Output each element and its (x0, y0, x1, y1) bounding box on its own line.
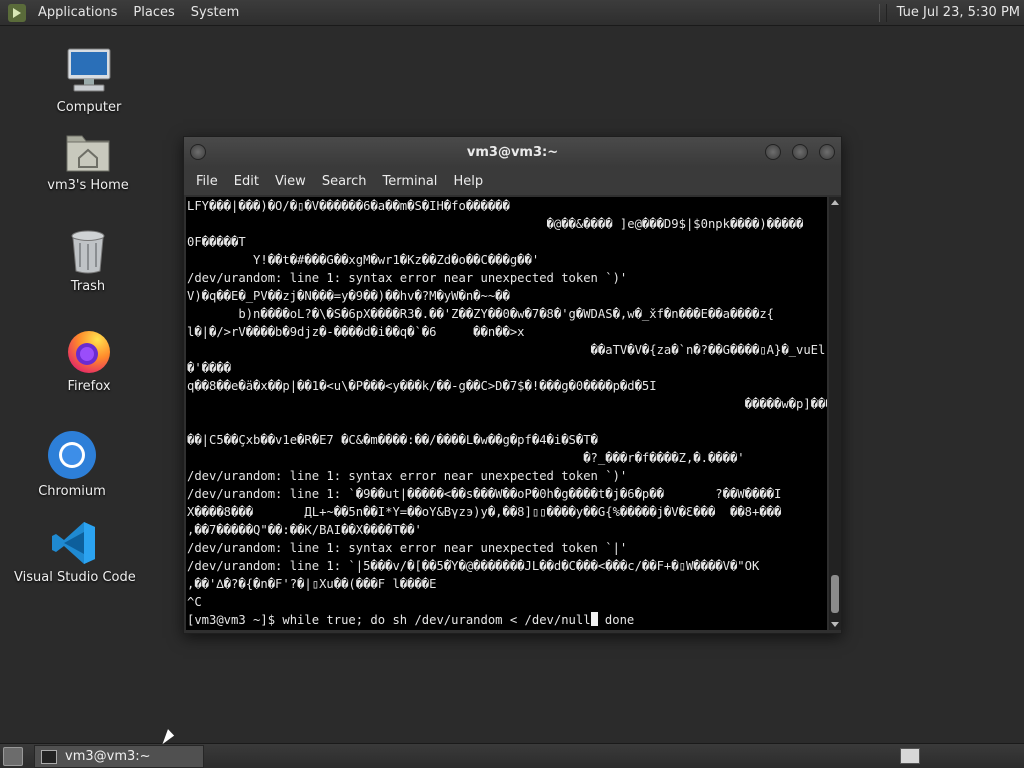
desktop-icon-label: Firefox (67, 379, 111, 394)
terminal-line: ��aTV�V�{za�`n�?��G����▯A}�_vuEl|I (187, 343, 827, 357)
terminal-line: ,��'∆�?�{�n�F'?�|▯Xu��(���F l����E (187, 577, 437, 591)
computer-icon (64, 46, 114, 96)
home-folder-icon (63, 128, 113, 174)
terminal-line: 0F�����T (187, 235, 246, 249)
terminal-line: LFY���|���)�O/�▯�V������6�a��m�S�IH�fo��… (187, 199, 510, 213)
terminal-line: /dev/urandom: line 1: `|5���v/�[��5�Ύ�@�… (187, 559, 760, 573)
chromium-icon (47, 430, 97, 480)
desktop-icon-computer[interactable]: Computer (44, 46, 134, 115)
window-menu-icon[interactable] (190, 144, 206, 160)
terminal-line: ��|C5��Çxb��v1e�R�E7 �C&�m����:��/����L�… (187, 433, 598, 447)
trash-icon (68, 229, 108, 275)
menu-terminal[interactable]: Terminal (374, 174, 445, 189)
terminal-line: �@��&���� ]e@���D9$|$0npk����)����� (187, 217, 804, 231)
vscode-icon (51, 520, 97, 566)
menu-places[interactable]: Places (125, 5, 182, 20)
terminal-line: ,��7�����Q"��:��K/BAI��X����T��' (187, 523, 422, 537)
terminal-line: V)�q��E�_PV��zj�N���=y�9��)��hv�?M�yW�n�… (187, 289, 510, 303)
terminal-line: �����w�p]���9� (187, 397, 827, 411)
terminal-line: q��8��e�ä�x��p|��1�<u\�P���<y���k/��-g��… (187, 379, 657, 393)
window-titlebar[interactable]: vm3@vm3:~ (184, 137, 841, 167)
terminal-icon (41, 749, 57, 764)
terminal-line: �?_���r�f����Z,�.����' (187, 451, 745, 465)
show-desktop-icon[interactable] (3, 747, 23, 766)
maximize-icon[interactable] (792, 144, 808, 160)
clock[interactable]: Tue Jul 23, 5:30 PM (897, 5, 1024, 20)
text-cursor (590, 612, 598, 626)
bottom-panel: vm3@vm3:~ (0, 743, 1024, 768)
desktop-icon-trash[interactable]: Trash (43, 229, 133, 294)
menu-edit[interactable]: Edit (226, 174, 267, 189)
terminal-output[interactable]: LFY���|���)�O/�▯�V������6�a��m�S�IH�fo��… (186, 197, 827, 630)
desktop-icon-label: Chromium (38, 484, 106, 499)
desktop-icon-label: Computer (56, 100, 122, 115)
prompt-text-after-cursor: done (597, 613, 635, 627)
menu-help[interactable]: Help (445, 174, 491, 189)
applications-logo-icon[interactable] (8, 3, 26, 22)
workspace-switcher[interactable] (900, 748, 920, 764)
terminal-line: b)n����oL?�\�S�6pX����R3�.��'Z��ZY��0�w�… (187, 307, 774, 321)
top-panel-right: Tue Jul 23, 5:30 PM (878, 0, 1024, 25)
desktop-icon-label: vm3's Home (47, 178, 129, 193)
desktop-icon-label: Visual Studio Code (14, 570, 136, 585)
terminal-line: X����8��� ДL+~��5n��I*Y=��oY&Bγzэ)y�,��8… (187, 505, 782, 519)
menu-file[interactable]: File (188, 174, 226, 189)
terminal-prompt-line[interactable]: [vm3@vm3 ~]$ while true; do sh /dev/uran… (186, 611, 827, 629)
desktop-icon-firefox[interactable]: Firefox (44, 327, 134, 394)
terminal-line: /dev/urandom: line 1: syntax error near … (187, 271, 628, 285)
menu-applications[interactable]: Applications (30, 5, 125, 20)
close-icon[interactable] (819, 144, 835, 160)
scroll-down-arrow-icon[interactable] (831, 622, 839, 627)
terminal-line: /dev/urandom: line 1: syntax error near … (187, 469, 628, 483)
terminal-scrollbar[interactable] (829, 197, 841, 630)
desktop-icon-home[interactable]: vm3's Home (43, 128, 133, 193)
firefox-icon (65, 327, 113, 375)
terminal-line: Y!��t�#���G��xgM�wr1�Kz��Zd�o��C���g��' (187, 253, 540, 267)
prompt-text: [vm3@vm3 ~]$ while true; do sh /dev/uran… (187, 613, 591, 627)
terminal-line: /dev/urandom: line 1: `�9��ut|�����<��s�… (187, 487, 782, 501)
taskbar-window-button[interactable]: vm3@vm3:~ (34, 745, 204, 768)
menu-system[interactable]: System (183, 5, 247, 20)
window-title: vm3@vm3:~ (466, 144, 559, 160)
terminal-line: �'���� (187, 361, 232, 375)
taskbar-window-label: vm3@vm3:~ (65, 749, 151, 764)
menu-search[interactable]: Search (314, 174, 375, 189)
terminal-menubar: File Edit View Search Terminal Help (184, 167, 841, 195)
desktop-icon-label: Trash (70, 279, 106, 294)
panel-separator (878, 3, 887, 22)
top-panel: Applications Places System Tue Jul 23, 5… (0, 0, 1024, 26)
menu-view[interactable]: View (267, 174, 314, 189)
desktop-icon-chromium[interactable]: Chromium (27, 430, 117, 499)
terminal-line: l�|�/>rV����b�9djz�-����d�i��q�`�6 ��n��… (187, 325, 525, 339)
scrollbar-thumb[interactable] (831, 575, 839, 613)
terminal-line: /dev/urandom: line 1: syntax error near … (187, 541, 628, 555)
terminal-line: "� (187, 415, 827, 429)
scroll-up-arrow-icon[interactable] (831, 200, 839, 205)
desktop-icon-vscode[interactable]: Visual Studio Code (14, 520, 136, 585)
minimize-icon[interactable] (765, 144, 781, 160)
terminal-window[interactable]: vm3@vm3:~ File Edit View Search Terminal… (183, 136, 842, 634)
terminal-line: ^C (187, 595, 202, 609)
